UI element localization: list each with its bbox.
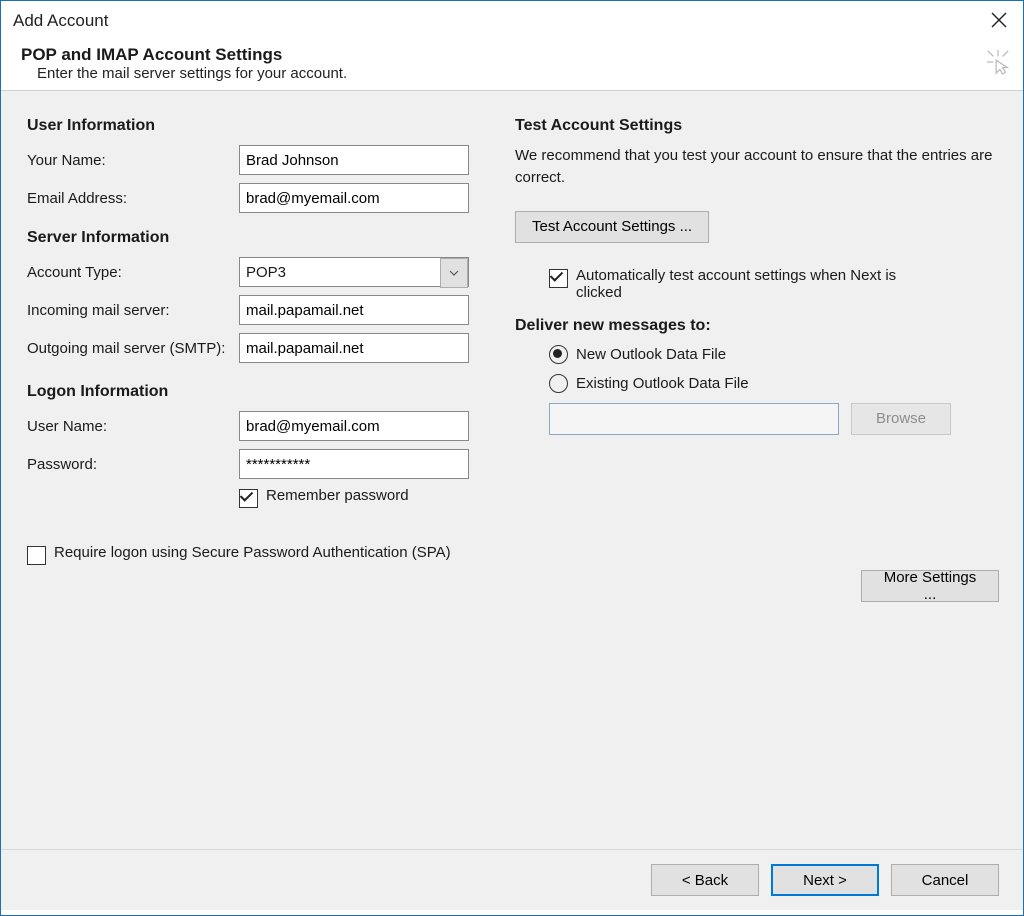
outgoing-server-label: Outgoing mail server (SMTP): [27, 340, 239, 357]
test-settings-heading: Test Account Settings [515, 117, 1001, 135]
test-account-settings-button[interactable]: Test Account Settings ... [515, 211, 709, 243]
password-input[interactable] [239, 449, 469, 479]
browse-button: Browse [851, 403, 951, 435]
remember-password-checkbox[interactable] [239, 489, 258, 508]
account-type-select[interactable]: POP3 [239, 257, 469, 287]
incoming-server-label: Incoming mail server: [27, 302, 239, 319]
existing-data-file-path-input[interactable] [549, 403, 839, 435]
user-info-heading: User Information [27, 117, 477, 135]
header-title: POP and IMAP Account Settings [21, 45, 1023, 65]
spa-label: Require logon using Secure Password Auth… [54, 544, 451, 561]
body-panel: User Information Your Name: Email Addres… [1, 90, 1023, 910]
auto-test-checkbox[interactable] [549, 269, 568, 288]
window-title: Add Account [13, 11, 108, 31]
incoming-server-input[interactable] [239, 295, 469, 325]
your-name-label: Your Name: [27, 152, 239, 169]
username-label: User Name: [27, 418, 239, 435]
right-column: Test Account Settings We recommend that … [515, 115, 1001, 565]
back-button[interactable]: < Back [651, 864, 759, 896]
email-label: Email Address: [27, 190, 239, 207]
next-button[interactable]: Next > [771, 864, 879, 896]
existing-data-file-radio[interactable] [549, 374, 568, 393]
wizard-footer: < Back Next > Cancel [1, 849, 1023, 910]
logon-info-heading: Logon Information [27, 383, 477, 401]
new-data-file-radio[interactable] [549, 345, 568, 364]
account-type-value: POP3 [246, 264, 286, 281]
left-column: User Information Your Name: Email Addres… [27, 115, 477, 565]
username-input[interactable] [239, 411, 469, 441]
remember-password-label: Remember password [266, 487, 409, 504]
add-account-window: Add Account POP and IMAP Account Setting… [0, 0, 1024, 916]
outgoing-server-input[interactable] [239, 333, 469, 363]
your-name-input[interactable] [239, 145, 469, 175]
test-settings-description: We recommend that you test your account … [515, 145, 1001, 189]
auto-test-label: Automatically test account settings when… [576, 267, 936, 301]
new-data-file-label: New Outlook Data File [576, 346, 726, 363]
title-bar: Add Account [1, 1, 1023, 41]
close-button[interactable] [985, 7, 1013, 35]
more-settings-button[interactable]: More Settings ... [861, 570, 999, 602]
wizard-header: POP and IMAP Account Settings Enter the … [1, 41, 1023, 90]
email-input[interactable] [239, 183, 469, 213]
chevron-down-icon[interactable] [440, 258, 468, 288]
server-info-heading: Server Information [27, 229, 477, 247]
deliver-to-heading: Deliver new messages to: [515, 317, 1001, 335]
header-subtitle: Enter the mail server settings for your … [21, 65, 1023, 82]
cursor-star-icon [985, 49, 1011, 81]
account-type-label: Account Type: [27, 264, 239, 281]
password-label: Password: [27, 456, 239, 473]
existing-data-file-label: Existing Outlook Data File [576, 375, 749, 392]
cancel-button[interactable]: Cancel [891, 864, 999, 896]
spa-checkbox[interactable] [27, 546, 46, 565]
